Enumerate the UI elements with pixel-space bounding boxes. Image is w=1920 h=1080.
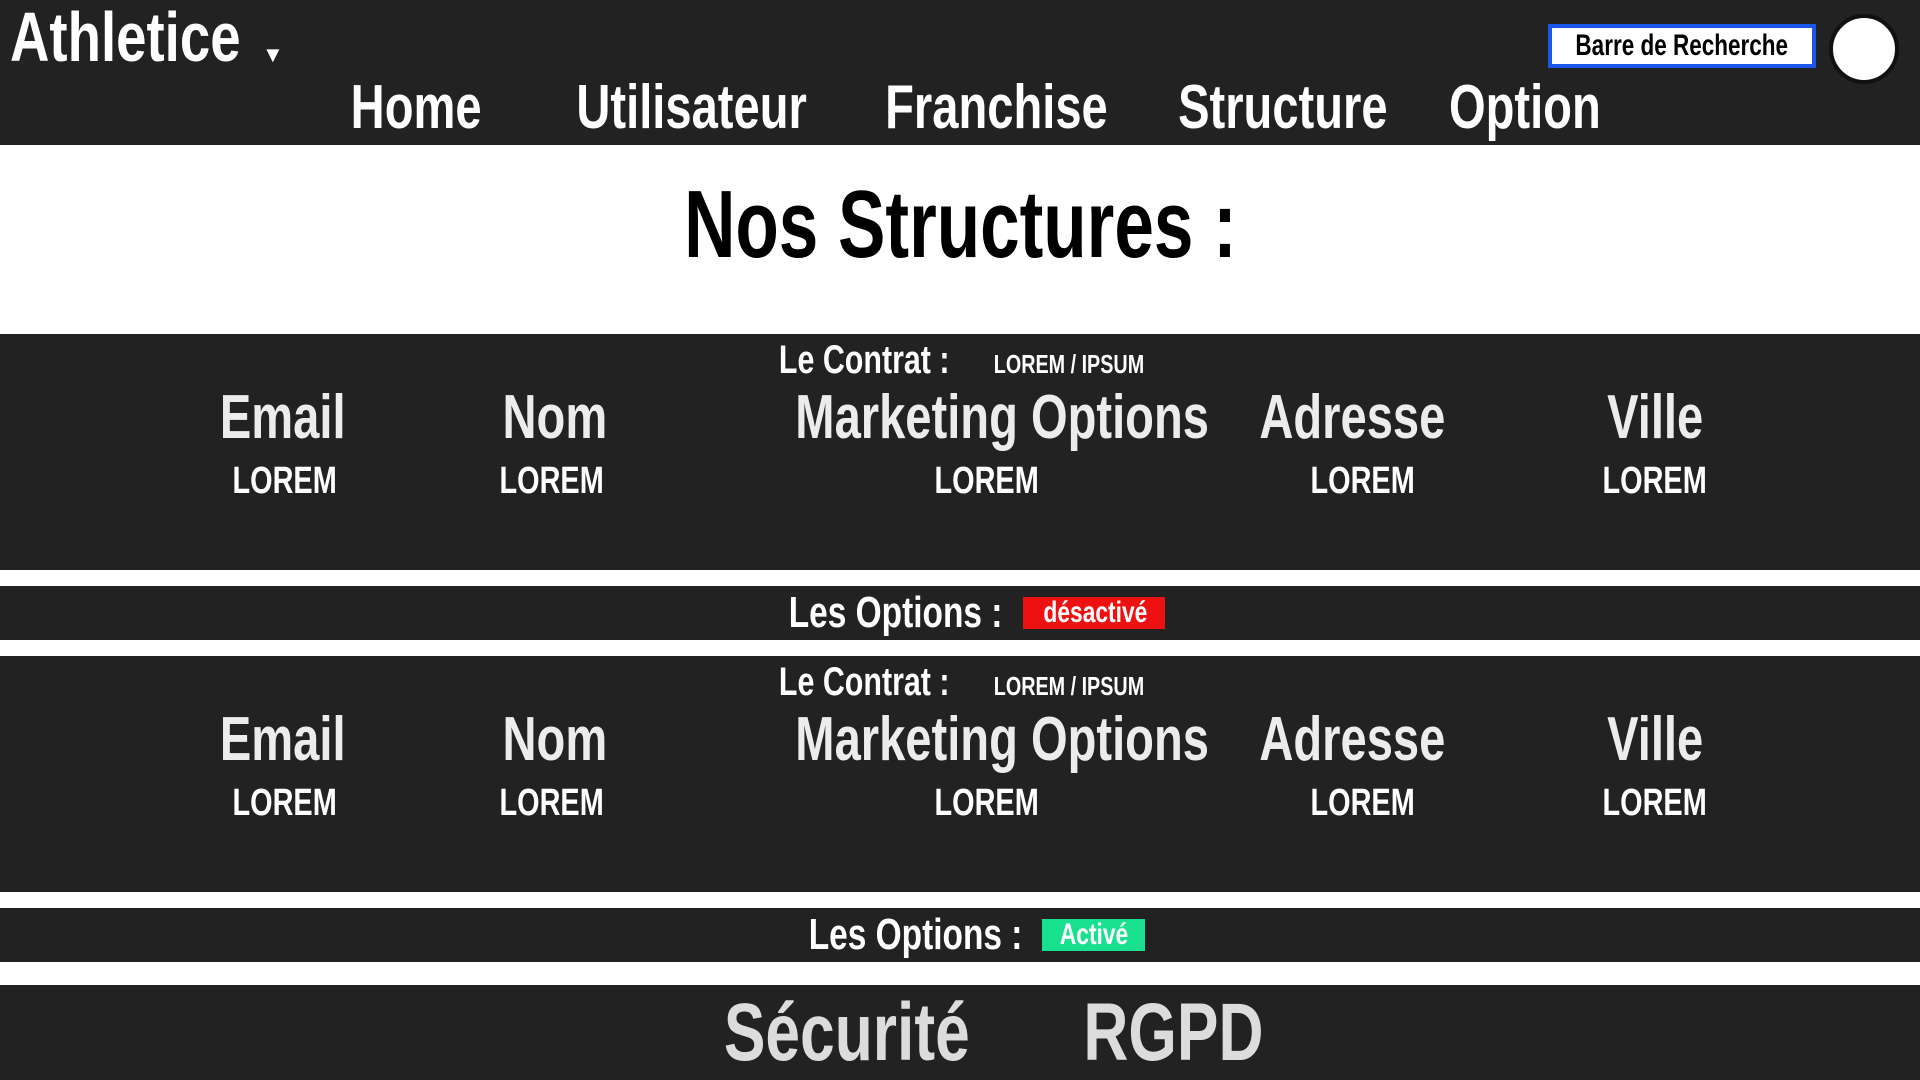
column-header-adresse: Adresse: [1259, 705, 1446, 774]
column-header-adresse: Adresse: [1259, 383, 1446, 452]
footer-link-rgpd[interactable]: RGPD: [1055, 991, 1263, 1075]
nav-utilisateur[interactable]: Utilisateur: [540, 74, 806, 142]
column-header-ville: Ville: [1606, 383, 1704, 452]
options-status-badge[interactable]: désactivé: [1022, 597, 1165, 629]
cell-ville: LOREM: [1602, 782, 1708, 824]
caret-down-icon[interactable]: ▼: [262, 44, 284, 66]
structure-card: Le Contrat : LOREM / IPSUM Email Nom Mar…: [0, 656, 1920, 892]
search-bar[interactable]: Barre de Recherche: [1548, 24, 1816, 68]
contract-line: Le Contrat : LOREM / IPSUM: [0, 660, 1920, 704]
nav-option[interactable]: Option: [1425, 74, 1601, 142]
search-bar-label: Barre de Recherche: [1575, 29, 1789, 62]
cell-email: LOREM: [232, 460, 338, 502]
nav-structure[interactable]: Structure: [1145, 74, 1387, 142]
cell-adresse: LOREM: [1310, 460, 1416, 502]
nav-structure-label: Structure: [1178, 73, 1388, 142]
column-header-email: Email: [219, 383, 346, 452]
cell-adresse: LOREM: [1310, 782, 1416, 824]
nav-franchise[interactable]: Franchise: [850, 74, 1108, 142]
options-bar: Les Options : Activé: [0, 908, 1920, 962]
page-title-text: Nos Structures :: [683, 171, 1237, 278]
footer: Sécurité RGPD: [0, 985, 1920, 1080]
options-bar: Les Options : désactivé: [0, 586, 1920, 640]
column-header-nom: Nom: [502, 383, 608, 452]
cell-marketing-options: LOREM: [934, 782, 1040, 824]
options-label: Les Options :: [789, 588, 1003, 637]
top-header: Athletice ▼ Barre de Recherche Home Util…: [0, 0, 1920, 145]
structure-card: Le Contrat : LOREM / IPSUM Email Nom Mar…: [0, 334, 1920, 570]
contract-label: Le Contrat :: [778, 660, 950, 704]
column-header-marketing-options: Marketing Options: [795, 383, 1209, 452]
column-header-marketing-options: Marketing Options: [795, 705, 1209, 774]
nav-home[interactable]: Home: [330, 74, 490, 142]
contract-label: Le Contrat :: [778, 338, 950, 382]
column-header-email: Email: [219, 705, 346, 774]
options-status-badge[interactable]: Activé: [1042, 919, 1146, 951]
nav-utilisateur-label: Utilisateur: [576, 73, 807, 142]
nav-franchise-label: Franchise: [885, 73, 1108, 142]
contract-value: LOREM / IPSUM: [994, 349, 1145, 379]
footer-link-securite[interactable]: Sécurité: [685, 991, 970, 1075]
options-label: Les Options :: [808, 910, 1023, 959]
contract-value: LOREM / IPSUM: [994, 671, 1145, 701]
column-header-ville: Ville: [1606, 705, 1704, 774]
cell-email: LOREM: [232, 782, 338, 824]
cell-nom: LOREM: [499, 460, 605, 502]
cell-ville: LOREM: [1602, 460, 1708, 502]
main-nav: Home Utilisateur Franchise Structure Opt…: [0, 74, 1920, 142]
cell-nom: LOREM: [499, 782, 605, 824]
brand-name: Athletice: [10, 0, 241, 76]
page-title: Nos Structures :: [0, 170, 1920, 280]
contract-line: Le Contrat : LOREM / IPSUM: [0, 338, 1920, 382]
nav-option-label: Option: [1448, 73, 1601, 142]
nav-home-label: Home: [350, 73, 482, 142]
cell-marketing-options: LOREM: [934, 460, 1040, 502]
column-header-nom: Nom: [502, 705, 608, 774]
